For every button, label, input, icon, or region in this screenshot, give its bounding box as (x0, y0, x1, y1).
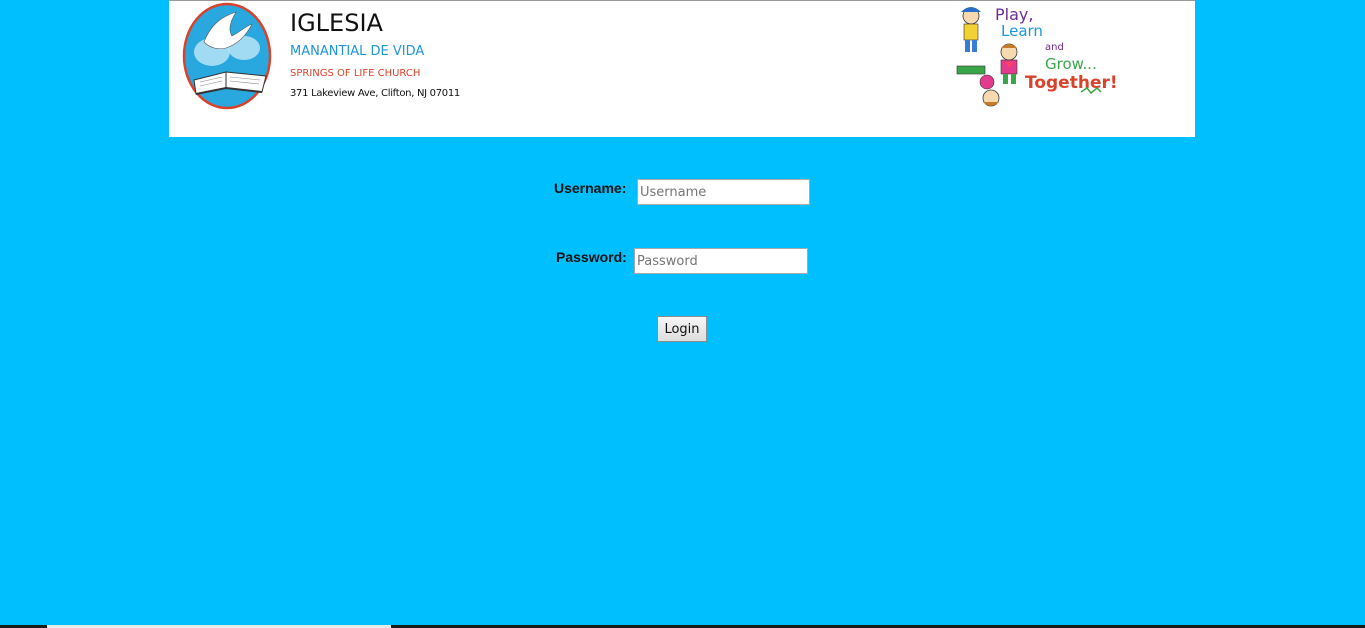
church-title: IGLESIA (290, 9, 383, 37)
slogan-grow: Grow... (1045, 55, 1097, 73)
church-subtitle: MANANTIAL DE VIDA (290, 44, 425, 59)
slogan-and: and (1045, 42, 1064, 53)
church-logo-emblem (182, 2, 272, 110)
slogan-learn: Learn (1001, 22, 1043, 40)
site-header: IGLESIA MANANTIAL DE VIDA SPRINGS OF LIF… (169, 0, 1195, 137)
kid-figure-middle (1000, 43, 1018, 84)
church-logo-text: IGLESIA MANANTIAL DE VIDA SPRINGS OF LIF… (290, 7, 460, 101)
username-input[interactable] (637, 179, 810, 205)
password-label: Password: (556, 249, 627, 265)
username-label: Username: (554, 180, 627, 196)
login-page: IGLESIA MANANTIAL DE VIDA SPRINGS OF LIF… (0, 0, 1365, 628)
kid-figure-top (961, 7, 981, 52)
slogan-together: Together! (1025, 73, 1118, 93)
login-button[interactable]: Login (657, 316, 707, 342)
kid-figure-bottom (956, 65, 1000, 107)
church-english-name: SPRINGS OF LIFE CHURCH (290, 68, 421, 79)
play-learn-grow-illustration: Play, Learn and Grow... Together! (956, 5, 1118, 107)
church-address: 371 Lakeview Ave, Clifton, NJ 07011 (290, 88, 460, 99)
password-input[interactable] (634, 248, 808, 274)
